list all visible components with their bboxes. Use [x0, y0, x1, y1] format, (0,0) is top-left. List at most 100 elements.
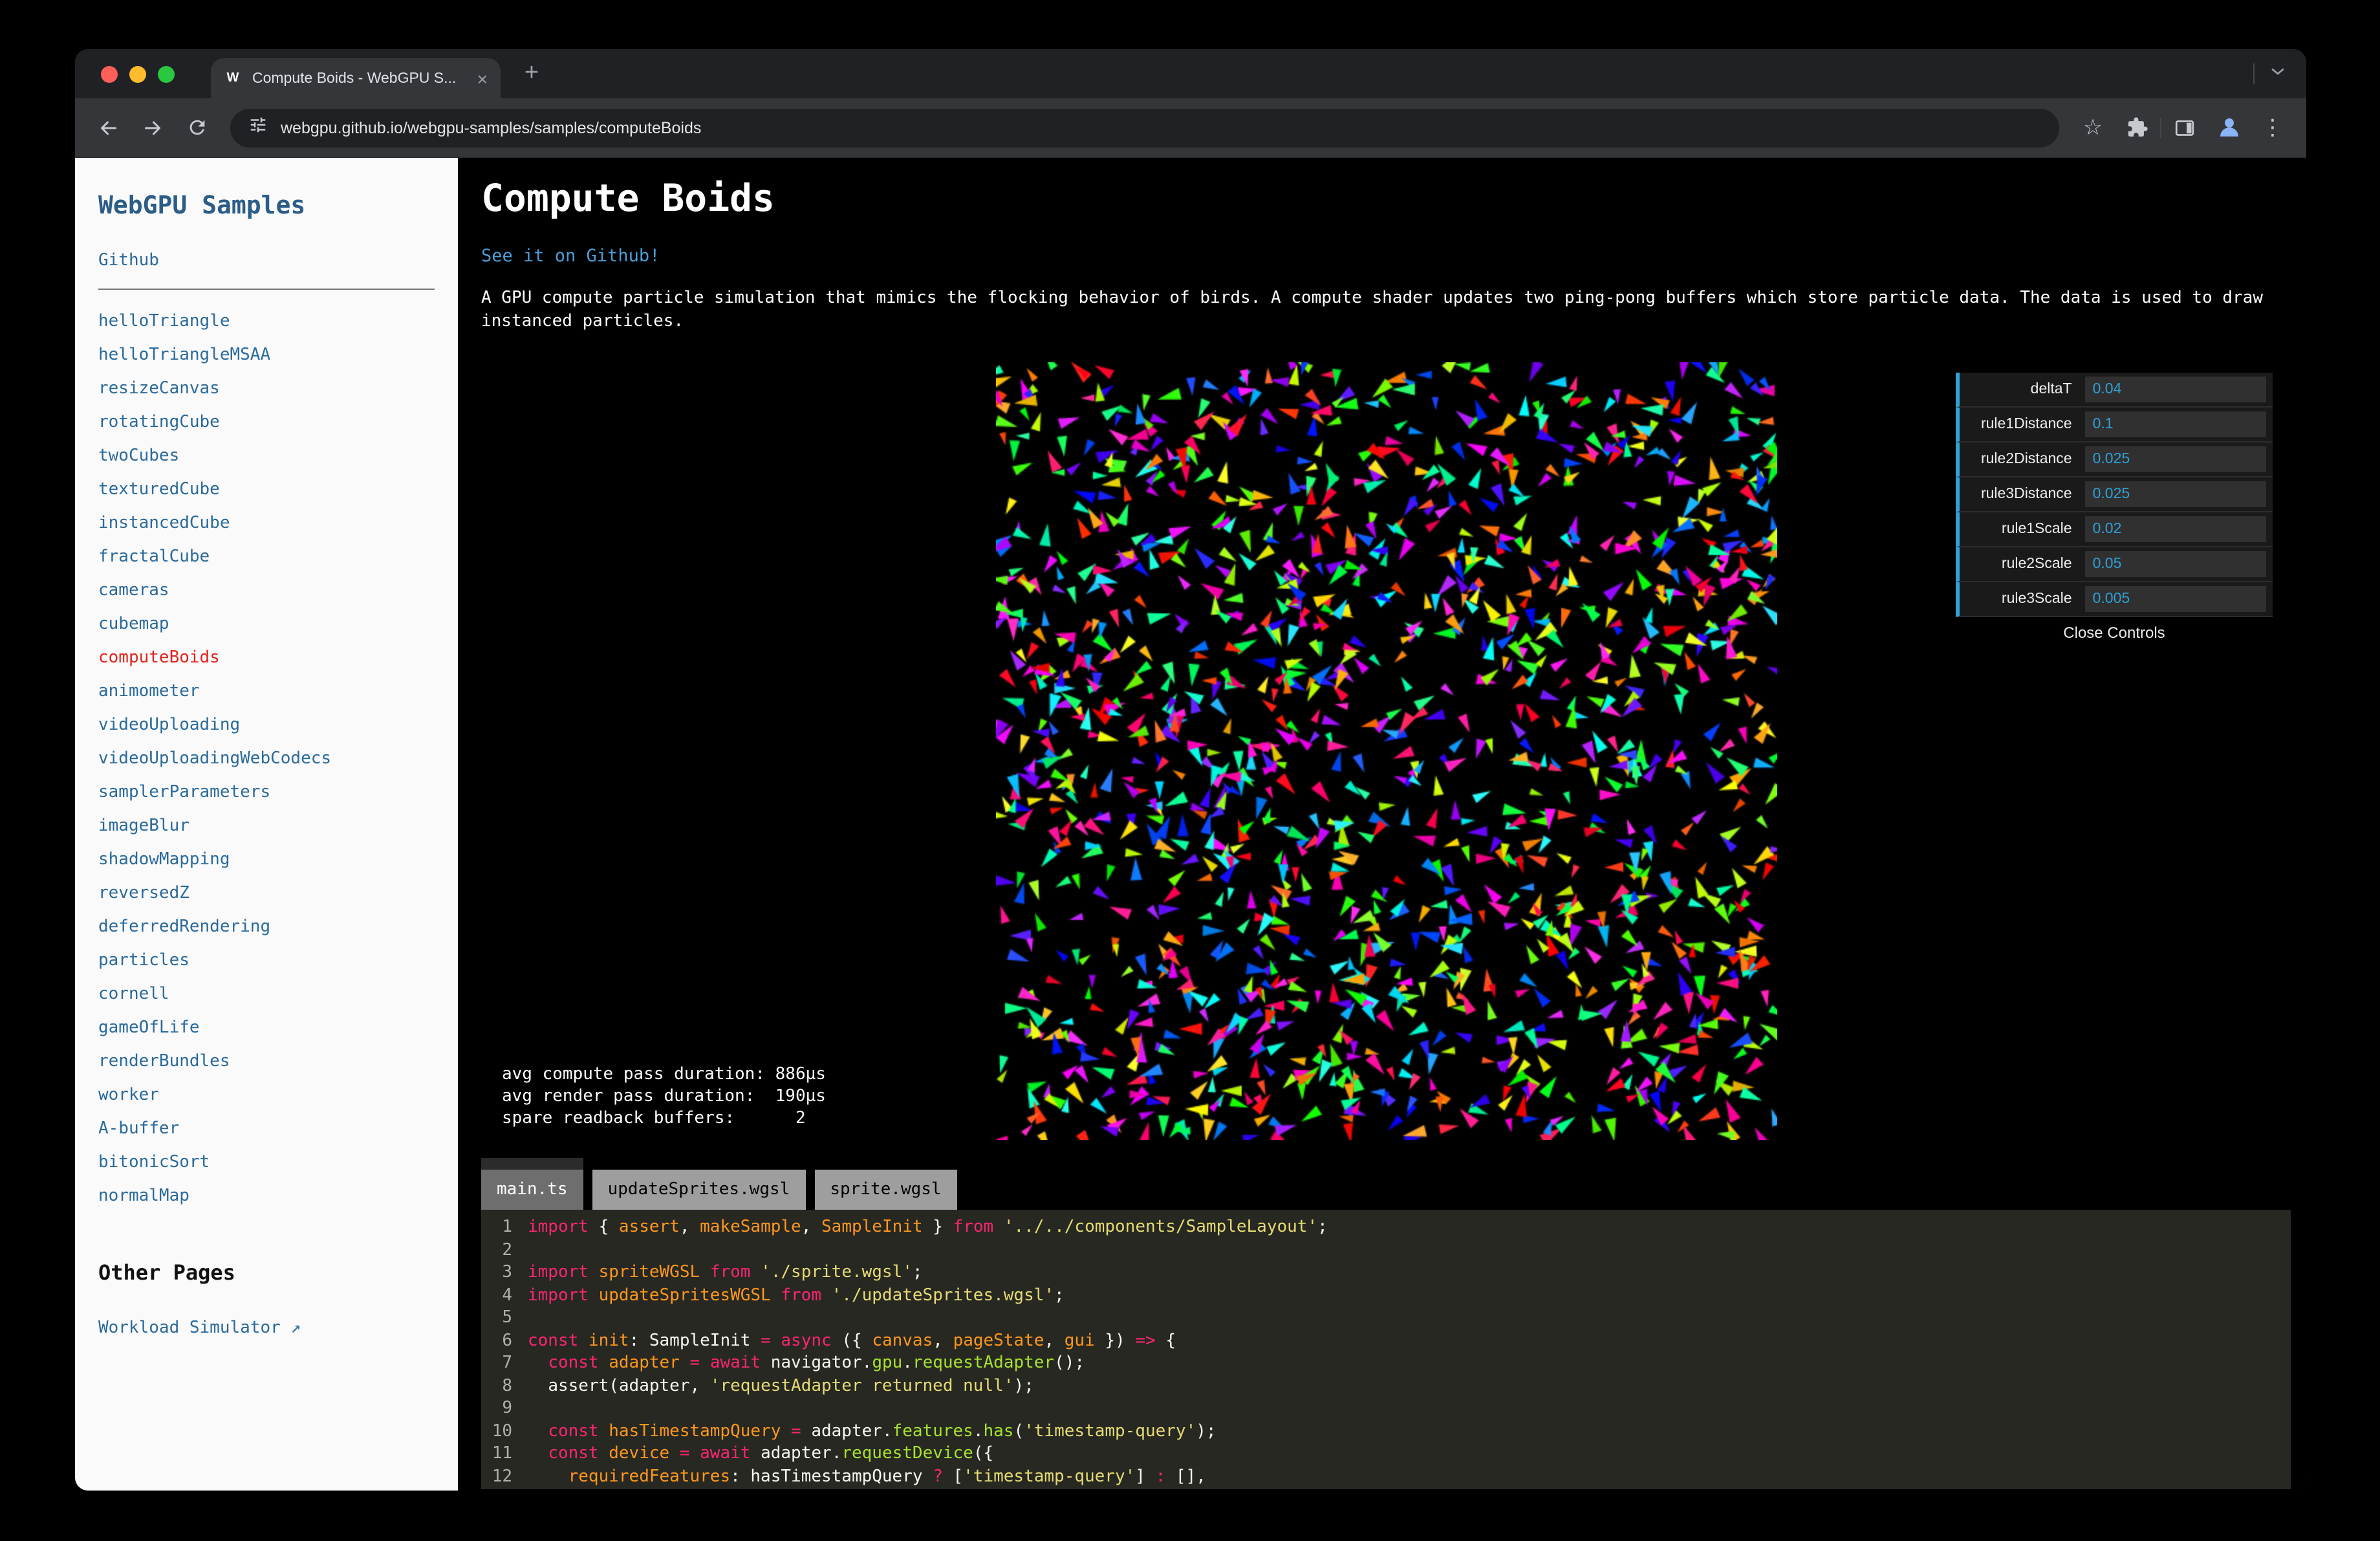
profile-avatar[interactable] [2208, 107, 2249, 148]
browser-tab[interactable]: W Compute Boids - WebGPU S... × [211, 58, 501, 98]
see-on-github-link[interactable]: See it on Github! [481, 246, 660, 267]
code-line: 8 assert(adapter, 'requestAdapter return… [502, 1376, 1034, 1395]
code-tab-updateSprites.wgsl[interactable]: updateSprites.wgsl [592, 1170, 806, 1210]
tab-title: Compute Boids - WebGPU S... [252, 71, 457, 86]
minimize-window-button[interactable] [129, 65, 146, 82]
sidebar-item-reversedZ[interactable]: reversedZ [98, 877, 435, 911]
sidebar-item-texturedCube[interactable]: texturedCube [98, 474, 435, 507]
code-tab-sprite.wgsl[interactable]: sprite.wgsl [814, 1170, 957, 1210]
sidebar-item-animometer[interactable]: animometer [98, 675, 435, 709]
sidebar-item-samplerParameters[interactable]: samplerParameters [98, 776, 435, 810]
gui-row-deltaT: deltaT 0.04 [1956, 373, 2273, 408]
code-line: 5 [502, 1308, 512, 1328]
code-line: 11 const device = await adapter.requestD… [492, 1444, 994, 1463]
code-line: 1 import { assert, makeSample, SampleInit… [502, 1218, 1328, 1237]
menu-kebab-icon[interactable]: ⋮ [2252, 107, 2293, 148]
sidebar-item-computeBoids[interactable]: computeBoids [98, 642, 435, 675]
code-line: 4 import updateSpritesWGSL from './update… [502, 1285, 1065, 1305]
sidebar-item-deferredRendering[interactable]: deferredRendering [98, 911, 435, 945]
sidebar-item-cubemap[interactable]: cubemap [98, 608, 435, 642]
code-line: 6 const init: SampleInit = async ({ canva… [502, 1331, 1176, 1350]
extensions-icon[interactable] [2116, 107, 2158, 148]
site-title: WebGPU Samples [98, 191, 306, 220]
code-tabs: main.ts updateSprites.wgsl sprite.wgsl [481, 1158, 2291, 1210]
sidebar-item-bitonicSort[interactable]: bitonicSort [98, 1146, 435, 1180]
gui-row-rule2Scale: rule2Scale 0.05 [1956, 547, 2273, 582]
chevron-down-icon[interactable] [2267, 60, 2288, 87]
sidebar-item-resizeCanvas[interactable]: resizeCanvas [98, 373, 435, 406]
code-editor[interactable]: 1 import { assert, makeSample, SampleInit… [481, 1210, 2291, 1489]
gui-row-label: deltaT [2030, 382, 2072, 397]
gui-value-input[interactable]: 0.025 [2084, 446, 2266, 472]
github-link[interactable]: Github [98, 251, 435, 270]
sidebar-item-cornell[interactable]: cornell [98, 978, 435, 1012]
sidebar-item-A-buffer[interactable]: A-buffer [98, 1113, 435, 1146]
gui-row-rule3Distance: rule3Distance 0.025 [1956, 477, 2273, 512]
code-line: 2 [502, 1240, 512, 1260]
sidebar-item-rotatingCube[interactable]: rotatingCube [98, 406, 435, 440]
gui-value-input[interactable]: 0.1 [2084, 411, 2266, 437]
browser-window: W Compute Boids - WebGPU S... × + webgpu… [75, 49, 2306, 1491]
tab-strip: W Compute Boids - WebGPU S... × + [75, 49, 2306, 98]
simulation-canvas [995, 362, 1777, 1140]
sidebar-item-videoUploadingWebCodecs[interactable]: videoUploadingWebCodecs [98, 743, 435, 776]
other-pages-heading: Other Pages [98, 1260, 235, 1285]
code-tab-main.ts[interactable]: main.ts [481, 1158, 583, 1210]
site-settings-icon[interactable] [248, 115, 268, 140]
tab-strip-separator [2253, 63, 2255, 84]
gui-row-label: rule3Distance [1980, 486, 2072, 502]
sidebar-item-normalMap[interactable]: normalMap [98, 1180, 435, 1214]
gui-row-rule2Distance: rule2Distance 0.025 [1956, 443, 2273, 477]
code-line: 3 import spriteWGSL from './sprite.wgsl'; [502, 1263, 923, 1282]
gui-row-label: rule1Scale [2001, 521, 2072, 537]
gui-row-label: rule3Scale [2001, 591, 2072, 607]
gui-row-label: rule2Scale [2001, 556, 2072, 572]
sidebar-item-videoUploading[interactable]: videoUploading [98, 709, 435, 743]
code-lines: 1 import { assert, makeSample, SampleInit… [481, 1216, 2291, 1488]
sidebar-item-fractalCube[interactable]: fractalCube [98, 541, 435, 574]
sidebar-item-twoCubes[interactable]: twoCubes [98, 440, 435, 474]
gui-row-rule3Scale: rule3Scale 0.005 [1956, 582, 2273, 617]
gui-value-input[interactable]: 0.005 [2084, 586, 2266, 612]
toolbar-separator [2160, 117, 2161, 138]
dat-gui-panel: deltaT 0.04 rule1Distance 0.1 rule2Distance 0… [1956, 373, 2273, 648]
side-panel-icon[interactable] [2164, 107, 2205, 148]
bookmark-star-icon[interactable]: ☆ [2072, 107, 2114, 148]
browser-toolbar: webgpu.github.io/webgpu-samples/samples/… [75, 98, 2306, 158]
sidebar-item-cameras[interactable]: cameras [98, 574, 435, 608]
gui-value-input[interactable]: 0.04 [2084, 377, 2266, 402]
zoom-window-button[interactable] [158, 65, 175, 82]
stats: avg compute pass duration: 886µs avg ren… [502, 1065, 826, 1128]
gui-value-input[interactable]: 0.025 [2084, 481, 2266, 507]
gui-value-input[interactable]: 0.05 [2084, 551, 2266, 577]
tab-favicon-icon: W [226, 71, 239, 85]
main-area: Compute Boids See it on Github! A GPU co… [458, 158, 2306, 1491]
code-line: 9 [502, 1399, 512, 1418]
gui-row-rule1Distance: rule1Distance 0.1 [1956, 408, 2273, 443]
sidebar-item-shadowMapping[interactable]: shadowMapping [98, 844, 435, 877]
code-section: main.ts updateSprites.wgsl sprite.wgsl 1 im… [481, 1158, 2291, 1489]
reload-button[interactable] [176, 107, 217, 148]
new-tab-button[interactable]: + [516, 60, 547, 88]
screen: W Compute Boids - WebGPU S... × + webgpu… [0, 0, 2380, 1541]
sidebar-item-helloTriangle[interactable]: helloTriangle [98, 305, 435, 339]
workload-simulator-link[interactable]: Workload Simulator ↗ [98, 1318, 435, 1338]
sidebar-item-particles[interactable]: particles [98, 945, 435, 978]
gui-value-input[interactable]: 0.02 [2084, 516, 2266, 542]
forward-button[interactable] [132, 107, 173, 148]
close-window-button[interactable] [101, 65, 118, 82]
code-line: 10 const hasTimestampQuery = adapter.fea… [492, 1421, 1217, 1441]
address-bar[interactable]: webgpu.github.io/webgpu-samples/samples/… [230, 108, 2059, 147]
sidebar: WebGPU Samples Github helloTriangle hello… [75, 158, 458, 1491]
code-line: 12 requiredFeatures: hasTimestampQuery ?… [492, 1467, 1206, 1486]
sidebar-item-worker[interactable]: worker [98, 1079, 435, 1113]
sidebar-item-renderBundles[interactable]: renderBundles [98, 1045, 435, 1079]
back-button[interactable] [88, 107, 129, 148]
sidebar-item-instancedCube[interactable]: instancedCube [98, 507, 435, 541]
sidebar-item-gameOfLife[interactable]: gameOfLife [98, 1012, 435, 1045]
sidebar-item-helloTriangleMSAA[interactable]: helloTriangleMSAA [98, 339, 435, 373]
sidebar-item-imageBlur[interactable]: imageBlur [98, 810, 435, 844]
window-controls [101, 65, 175, 82]
close-controls-button[interactable]: Close Controls [1956, 617, 2273, 648]
close-tab-icon[interactable]: × [477, 69, 488, 87]
